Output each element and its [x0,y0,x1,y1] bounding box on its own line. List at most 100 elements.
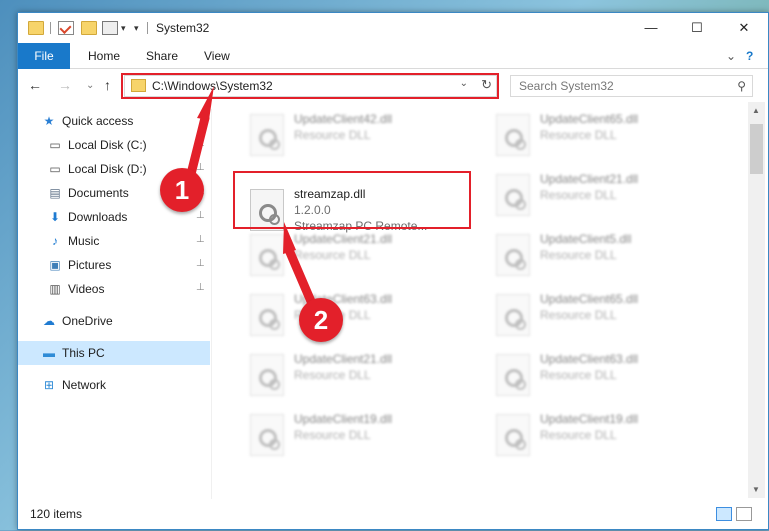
sidebar-item-local-disk-c[interactable]: ▭ Local Disk (C:) ⊥ [18,133,210,157]
file-type: Resource DLL [294,368,371,382]
file-type: Resource DLL [294,428,371,442]
sidebar-item-this-pc[interactable]: ▬ This PC [18,341,210,365]
tab-view[interactable]: View [204,43,230,69]
dll-file-icon [250,294,284,336]
title-bar: ▾ ▾ System32 — ☐ ✕ [18,13,768,43]
sidebar-item-label: Local Disk (C:) [68,138,147,152]
step-marker-1: 1 [160,168,204,212]
pin-icon[interactable]: ⊥ [196,258,205,269]
dll-file-icon [496,234,530,276]
new-folder-icon[interactable] [81,21,97,35]
videos-icon: ▥ [49,282,61,296]
file-item[interactable]: UpdateClient21.dll Resource DLL [242,350,482,406]
file-name: UpdateClient19.dll [294,412,393,426]
file-name: UpdateClient21.dll [294,352,393,366]
dll-file-icon [496,294,530,336]
file-type: Resource DLL [540,368,617,382]
search-input[interactable]: Search System32 ⚲ [510,75,753,97]
up-button[interactable]: ↑ [104,77,111,93]
search-placeholder: Search System32 [519,79,614,93]
scroll-up-icon[interactable]: ▲ [752,106,760,115]
help-icon[interactable]: ? [746,43,753,69]
sidebar-item-label: Network [62,378,107,392]
pin-icon[interactable]: ⊥ [196,282,205,293]
ribbon-tabs: File Home Share View ⌄ ? [18,43,768,69]
scroll-down-icon[interactable]: ▼ [752,485,760,494]
scroll-thumb[interactable] [750,124,763,174]
file-name: UpdateClient21.dll [294,232,393,246]
status-bar: 120 items [18,499,768,531]
minimize-button[interactable]: — [628,13,674,43]
file-name: UpdateClient65.dll [540,292,639,306]
file-item[interactable]: UpdateClient19.dll Resource DLL [488,410,728,466]
file-item[interactable]: UpdateClient42.dll Resource DLL [242,110,482,166]
tab-share[interactable]: Share [146,43,178,69]
file-type: Resource DLL [540,248,617,262]
sidebar-item-pictures[interactable]: ▣ Pictures ⊥ [18,253,210,277]
customize-toolbar-icon[interactable]: ▾ [134,23,139,34]
screenshot-root: ▾ ▾ System32 — ☐ ✕ File Home Share View … [0,0,769,530]
sidebar-item-label: OneDrive [62,314,113,328]
file-name: UpdateClient5.dll [540,232,632,246]
sidebar-item-label: This PC [62,346,105,360]
sidebar-item-network[interactable]: ⊞ Network [18,373,210,397]
sidebar-item-label: Music [68,234,100,248]
large-icons-view-icon[interactable] [736,507,752,521]
file-item[interactable]: UpdateClient19.dll Resource DLL [242,410,482,466]
navigation-bar: ← → ⌄ ↑ C:\Windows\System32 ⌄ ↻ Search S… [18,70,768,102]
star-icon: ★ [43,114,55,128]
download-icon: ⬇ [49,210,61,224]
tab-file[interactable]: File [18,43,70,69]
file-item[interactable]: UpdateClient63.dll Resource DLL [488,350,728,406]
computer-icon: ▬ [43,346,55,360]
dll-file-icon [496,414,530,456]
details-view-icon[interactable] [716,507,732,521]
dll-file-icon [496,114,530,156]
file-item[interactable]: UpdateClient65.dll Resource DLL [488,110,728,166]
file-type: Resource DLL [294,248,371,262]
dll-file-icon [250,234,284,276]
recent-locations-button[interactable]: ⌄ [86,80,94,91]
pin-icon[interactable]: ⊥ [196,138,205,149]
sidebar-item-quick-access[interactable]: ★ Quick access [18,109,210,133]
file-name: UpdateClient63.dll [540,352,639,366]
back-button[interactable]: ← [28,77,42,93]
documents-icon: ▤ [49,186,61,200]
maximize-button[interactable]: ☐ [674,13,720,43]
dll-file-icon [496,354,530,396]
drive-icon: ▭ [49,162,61,176]
file-item[interactable]: UpdateClient5.dll Resource DLL [488,230,728,286]
pin-icon[interactable]: ⊥ [196,234,205,245]
search-icon[interactable]: ⚲ [737,79,746,93]
chevron-down-icon[interactable]: ▾ [121,23,126,34]
expand-ribbon-icon[interactable]: ⌄ [726,43,736,69]
pin-icon[interactable]: ⊥ [196,162,205,173]
file-type: Resource DLL [540,128,617,142]
file-item[interactable]: UpdateClient21.dll Resource DLL [242,230,482,286]
file-item[interactable]: UpdateClient63.dllResource DLL [242,290,482,346]
properties-icon[interactable] [58,21,74,35]
address-highlight-box [121,73,499,99]
pictures-icon: ▣ [49,258,61,272]
sidebar-item-label: Documents [68,186,129,200]
sidebar-item-label: Pictures [68,258,112,272]
file-item[interactable]: UpdateClient65.dll Resource DLL [488,290,728,346]
sidebar-item-music[interactable]: ♪ Music ⊥ [18,229,210,253]
file-name: UpdateClient42.dll [294,112,393,126]
window-title: System32 [156,21,210,35]
dll-file-icon [250,414,284,456]
vertical-scrollbar[interactable]: ▲ ▼ [748,102,765,498]
folder-icon [28,21,44,35]
sidebar-item-onedrive[interactable]: ☁ OneDrive [18,309,210,333]
pin-icon[interactable]: ⊥ [196,210,205,221]
file-item[interactable]: UpdateClient21.dll Resource DLL [488,170,728,226]
close-button[interactable]: ✕ [721,13,767,43]
tab-home[interactable]: Home [88,43,120,69]
divider [147,22,148,34]
forward-button[interactable]: → [58,77,72,93]
divider [50,22,51,34]
dll-file-icon [250,114,284,156]
sidebar-item-videos[interactable]: ▥ Videos ⊥ [18,277,210,301]
file-type: Resource DLL [540,308,617,322]
view-options-icon[interactable] [102,21,118,35]
